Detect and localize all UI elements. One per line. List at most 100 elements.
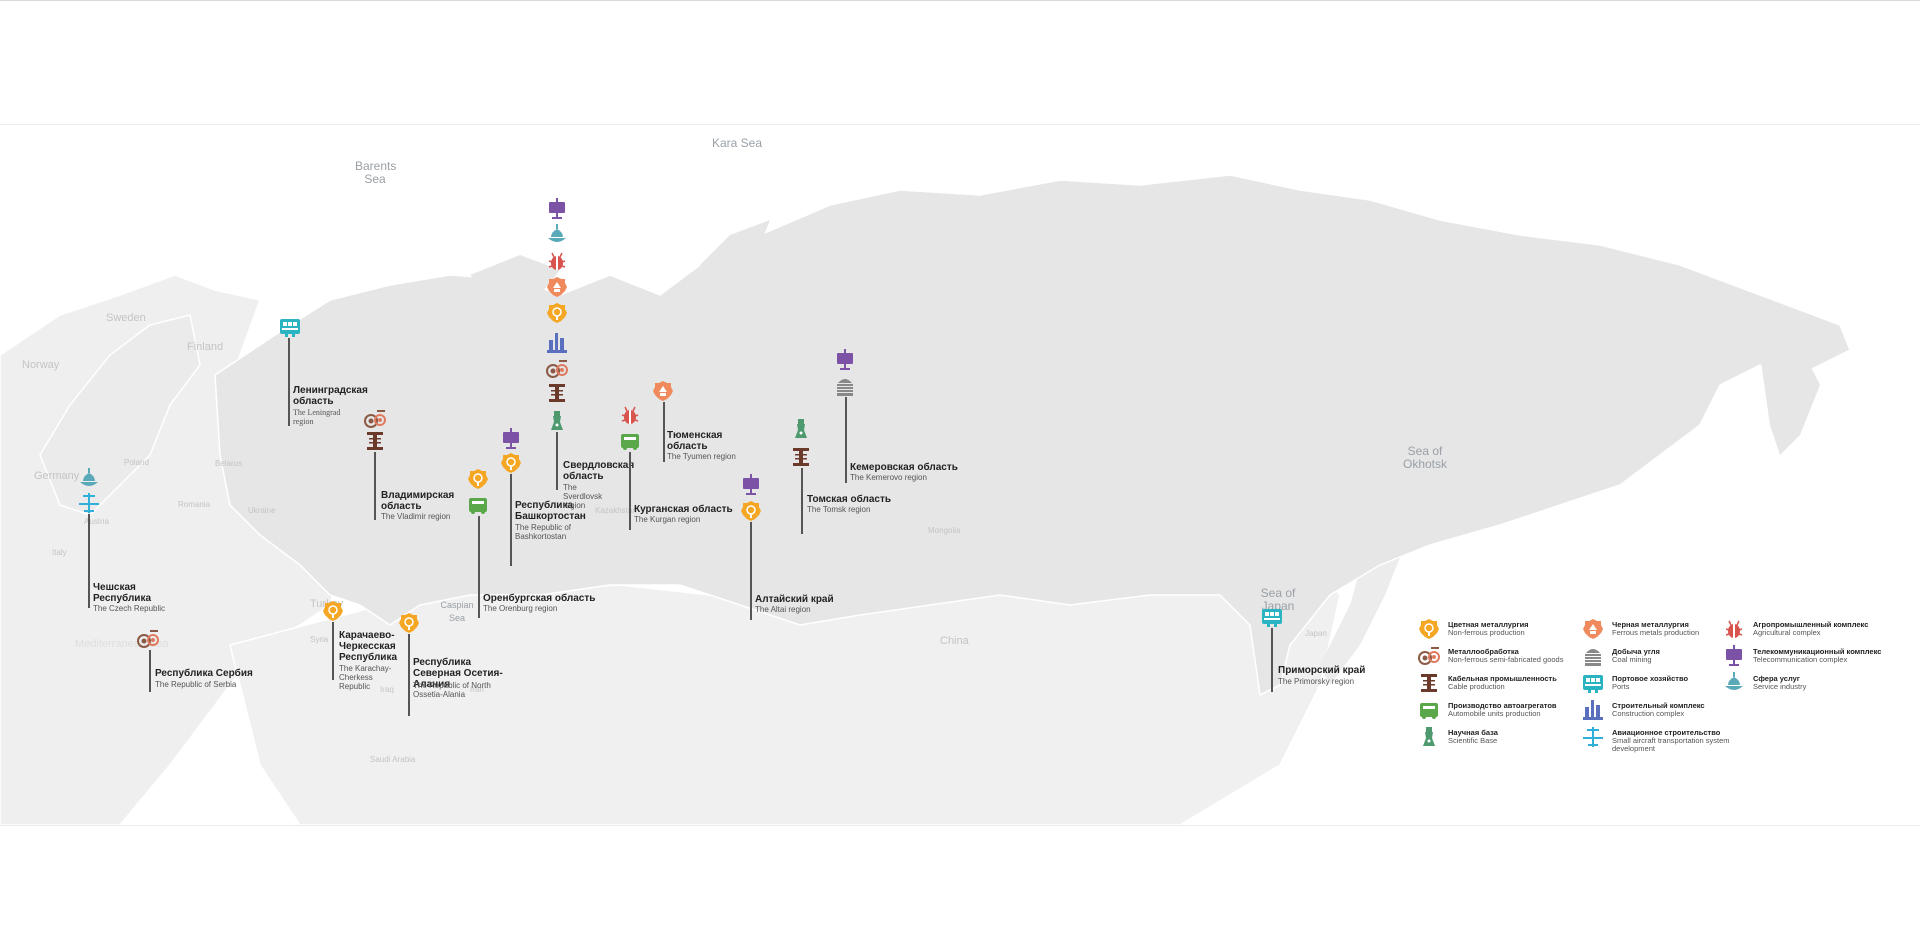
- nonferrous-icon: [398, 612, 420, 634]
- leader-line: [288, 338, 290, 426]
- region-name-en: The Republic of North Ossetia-Alania: [413, 681, 491, 699]
- nonferrous-icon: [546, 302, 568, 324]
- region-name-en: The Leningrad region: [293, 408, 341, 426]
- region-name-en: The Orenburg region: [483, 604, 558, 613]
- legend-item-construction: Строительный комплекс Construction compl…: [1582, 699, 1752, 725]
- sea-label-barents: Barents Sea: [355, 159, 397, 186]
- nonferrous-icon: [467, 468, 489, 490]
- region-name-ru: Ленинградская область: [293, 385, 368, 407]
- country-label: Belarus: [215, 459, 243, 468]
- top-divider: [0, 0, 1920, 1]
- nonferrous-icon: [740, 500, 762, 522]
- legend-label-en: Cable production: [1448, 682, 1505, 691]
- region-name-ru: Томская область: [807, 494, 892, 505]
- country-label: Italy: [52, 548, 67, 557]
- cable-icon: [1418, 672, 1440, 694]
- country-label: Germany: [34, 470, 80, 482]
- region-name-ru: Чешская Республика: [93, 582, 152, 604]
- country-label: Ukraine: [248, 506, 276, 515]
- service-icon: [546, 224, 568, 246]
- agro-icon: [619, 404, 641, 426]
- ferrous-icon: [546, 276, 568, 298]
- leader-line: [149, 650, 151, 692]
- region-name-ru: Кемеровская область: [850, 462, 958, 473]
- nonferrous-icon: [1418, 618, 1440, 640]
- leader-line: [408, 634, 410, 716]
- country-label: China: [940, 635, 969, 647]
- leader-line: [750, 522, 752, 620]
- leader-line: [629, 452, 631, 530]
- ports-icon: [1261, 606, 1283, 628]
- service-icon: [78, 468, 100, 490]
- region-name-en: The Kurgan region: [634, 515, 701, 524]
- legend-label-en: Agricultural complex: [1753, 628, 1821, 637]
- leader-line: [478, 516, 480, 618]
- country-label: Japan: [1305, 629, 1327, 638]
- legend-label-en: Automobile units production: [1448, 709, 1541, 718]
- country-label: Romania: [178, 500, 211, 509]
- country-label: Norway: [22, 359, 60, 371]
- telecom-icon: [500, 428, 522, 450]
- country-label: Sweden: [106, 312, 146, 324]
- region-name-ru: Оренбургская область: [483, 593, 596, 604]
- legend-item-agro: Агропромышленный комплекс Agricultural c…: [1723, 618, 1893, 644]
- cable-icon: [364, 430, 386, 452]
- region-name-en: The Tyumen region: [667, 452, 736, 461]
- agro-icon: [1723, 618, 1745, 640]
- legend-label-en: Service industry: [1753, 682, 1807, 691]
- country-label: Mongolia: [928, 526, 961, 535]
- metalworking-icon: [1418, 645, 1440, 667]
- service-icon: [1723, 672, 1745, 694]
- automobile-icon: [467, 494, 489, 516]
- nonferrous-icon: [500, 452, 522, 474]
- leader-line: [556, 432, 558, 490]
- telecom-icon: [834, 349, 856, 371]
- telecom-icon: [740, 474, 762, 496]
- leader-line: [510, 474, 512, 566]
- legend-item-metalworking: Металлообработка Non-ferrous semi-fabric…: [1418, 645, 1588, 671]
- legend-item-cable: Кабельная промышленность Cable productio…: [1418, 672, 1588, 698]
- automobile-icon: [619, 430, 641, 452]
- metalworking-icon: [364, 408, 386, 430]
- cable-icon: [790, 446, 812, 468]
- science-icon: [546, 410, 568, 432]
- automobile-icon: [1418, 699, 1440, 721]
- science-icon: [1418, 726, 1440, 748]
- country-label: Syria: [310, 635, 329, 644]
- region-name-en: The Czech Republic: [93, 604, 166, 613]
- legend-label-en: Scientific Base: [1448, 736, 1498, 745]
- legend-label-en: Construction complex: [1612, 709, 1685, 718]
- ports-icon: [279, 316, 301, 338]
- leader-line: [663, 402, 665, 462]
- sea-label-caspian: Caspian Sea: [440, 600, 474, 623]
- coal-icon: [1582, 645, 1604, 667]
- region-name-en: The Republic of Bashkortostan: [515, 523, 572, 541]
- country-label: Saudi Arabia: [370, 755, 416, 764]
- region-name-ru: Свердловская область: [563, 460, 635, 482]
- region-name-en: The Tomsk region: [807, 505, 871, 514]
- telecom-icon: [546, 198, 568, 220]
- aviation-icon: [78, 492, 100, 514]
- region-name-ru: Тюменская область: [667, 430, 723, 452]
- sea-label-okhotsk: Sea of Okhotsk: [1402, 444, 1447, 471]
- region-name-en: The Kemerovo region: [850, 473, 927, 482]
- legend-item-automobile: Производство автоагрегатов Automobile un…: [1418, 699, 1588, 725]
- country-label: Finland: [187, 341, 224, 353]
- leader-line: [1271, 628, 1273, 692]
- region-name-ru: Владимирская область: [381, 490, 455, 512]
- region-name-en: The Karachay-Cherkess Republic: [339, 664, 392, 691]
- region-name-en: The Republic of Serbia: [155, 680, 237, 689]
- legend-item-nonferrous: Цветная металлургия Non-ferrous producti…: [1418, 618, 1588, 644]
- legend-label-en: Non-ferrous semi-fabricated goods: [1448, 655, 1564, 664]
- metalworking-icon: [546, 358, 568, 380]
- legend-item-science: Научная база Scientific Base: [1418, 726, 1588, 752]
- region-name-en: The Altai region: [755, 605, 811, 614]
- construction-icon: [546, 332, 568, 354]
- construction-icon: [1582, 699, 1604, 721]
- metalworking-icon: [137, 628, 159, 650]
- leader-line: [88, 514, 90, 608]
- region-name-ru: Приморский край: [1278, 665, 1366, 676]
- leader-line: [801, 468, 803, 534]
- sea-label-kara: Kara Sea: [712, 136, 763, 150]
- legend-label-en: Telecommunication complex: [1753, 655, 1848, 664]
